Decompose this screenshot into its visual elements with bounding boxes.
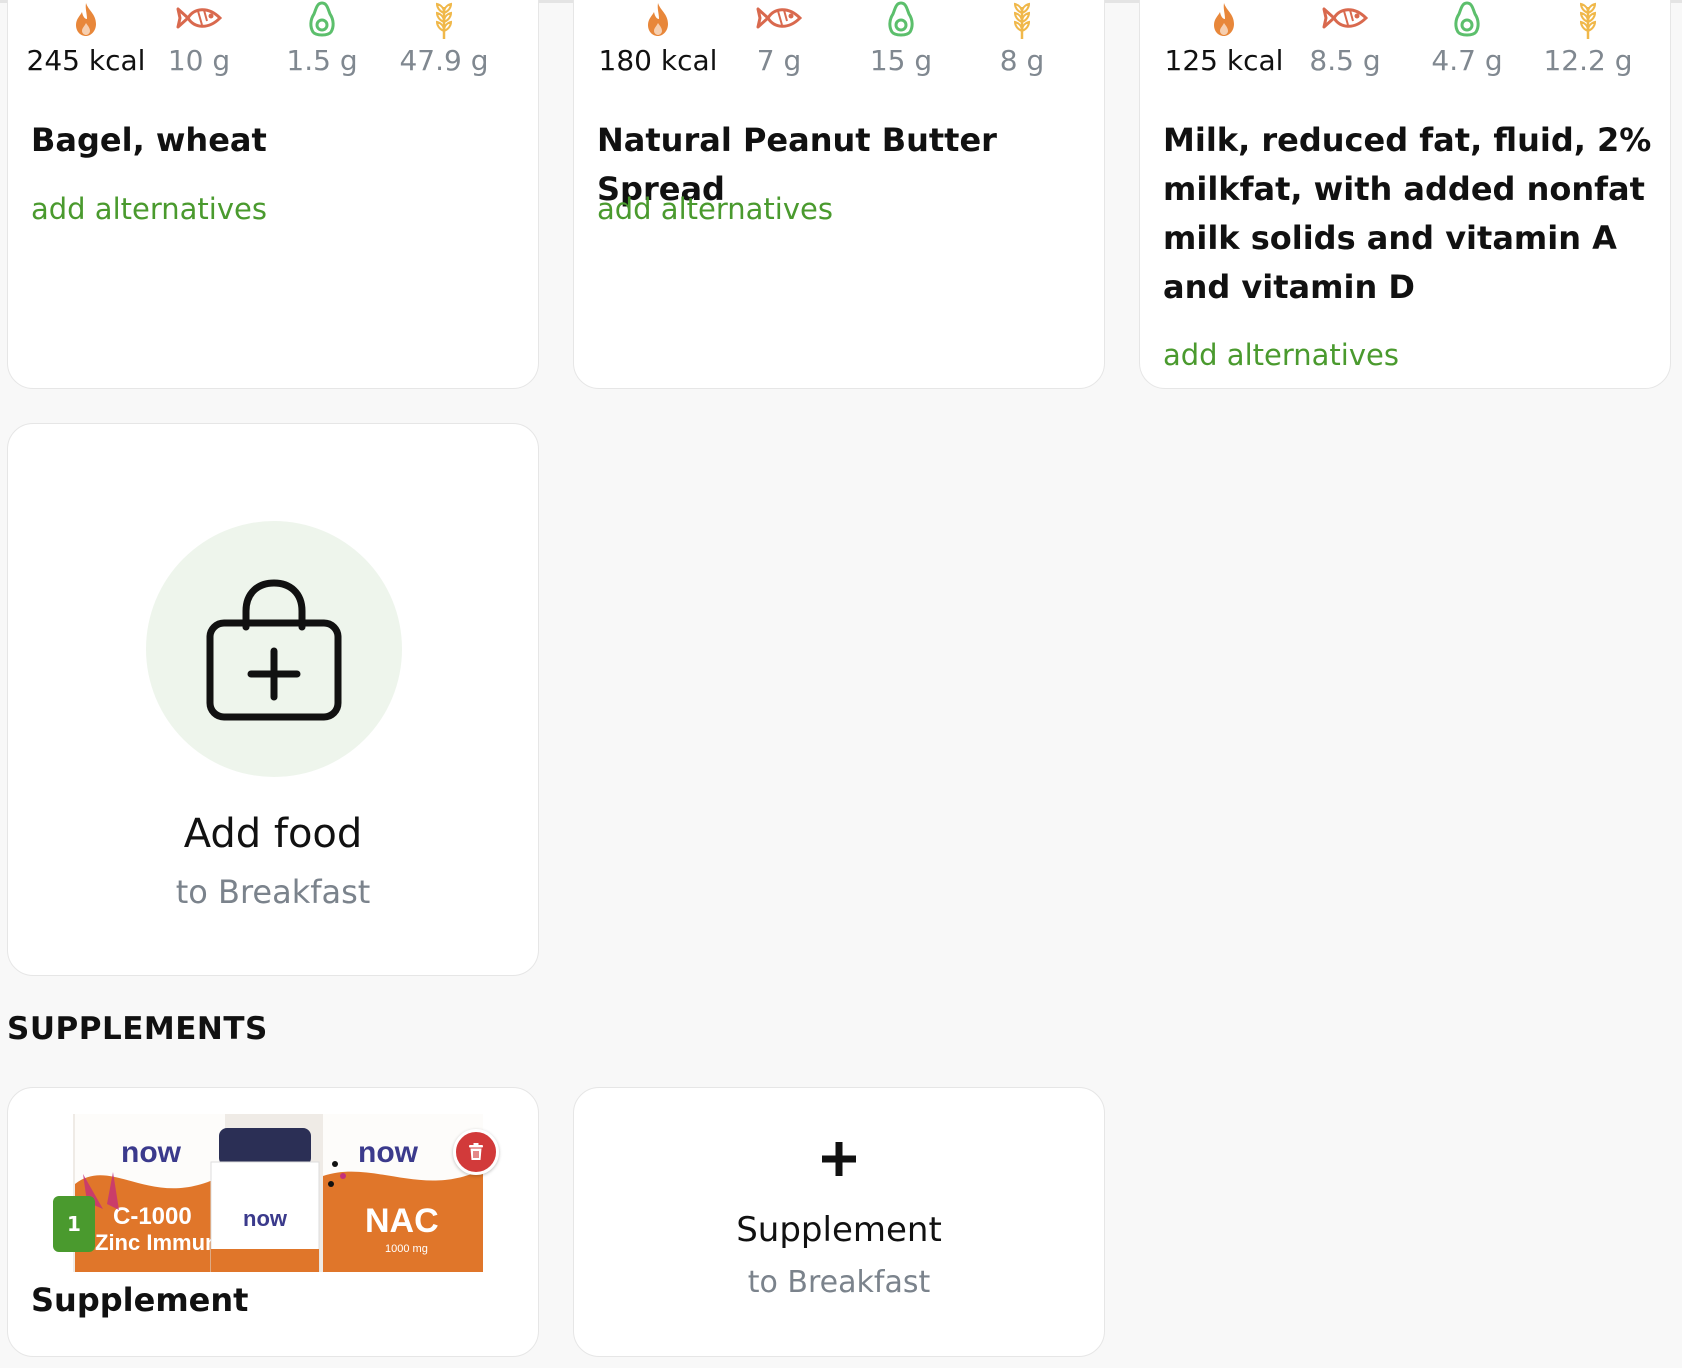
flame-icon bbox=[1164, 1, 1284, 43]
add-supplement-card[interactable]: Supplement to Breakfast bbox=[573, 1087, 1105, 1357]
avocado-icon bbox=[1407, 1, 1527, 43]
avocado-icon bbox=[262, 1, 382, 43]
plus-icon bbox=[822, 1142, 856, 1176]
add-food-card[interactable]: Add food to Breakfast bbox=[7, 423, 539, 976]
avocado-icon bbox=[841, 1, 961, 43]
wheat-icon bbox=[384, 1, 504, 43]
fish-icon bbox=[139, 1, 259, 43]
add-food-title: Add food bbox=[183, 811, 363, 857]
svg-text:now: now bbox=[121, 1136, 182, 1169]
wheat-icon bbox=[1528, 1, 1648, 43]
delete-supplement-button[interactable] bbox=[453, 1129, 499, 1175]
quantity-badge: 1 bbox=[53, 1196, 95, 1252]
svg-text:now: now bbox=[243, 1206, 288, 1231]
svg-text:Zinc Immune: Zinc Immune bbox=[95, 1230, 231, 1255]
supplement-name: Supplement bbox=[31, 1281, 249, 1319]
protein-stat: 7 g bbox=[719, 1, 839, 79]
protein-stat: 10 g bbox=[139, 1, 259, 79]
energy-stat: 180 kcal bbox=[598, 1, 718, 79]
add-food-subtitle: to Breakfast bbox=[175, 873, 371, 911]
nutrient-row: 245 kcal 10 g 1.5 g 47.9 g bbox=[8, 1, 538, 81]
fat-value: 1.5 g bbox=[286, 44, 358, 77]
svg-text:NAC: NAC bbox=[365, 1202, 439, 1240]
fat-value: 15 g bbox=[869, 44, 933, 77]
wheat-icon bbox=[962, 1, 1082, 43]
add-supplement-title: Supplement bbox=[736, 1210, 942, 1250]
nutrient-row: 180 kcal 7 g 15 g 8 g bbox=[574, 1, 1104, 81]
food-card[interactable]: 125 kcal 8.5 g 4.7 g 12.2 g Milk, reduce… bbox=[1139, 0, 1671, 389]
food-name: Milk, reduced fat, fluid, 2% milkfat, wi… bbox=[1163, 121, 1652, 306]
svg-text:C-1000: C-1000 bbox=[113, 1203, 192, 1230]
supplement-bottles-illustration: now C-1000 Zinc Immune now now NAC 1000 … bbox=[73, 1114, 483, 1272]
food-card[interactable]: 245 kcal 10 g 1.5 g 47.9 g Bagel, wheat … bbox=[7, 0, 539, 389]
add-food-icon-circle bbox=[146, 521, 402, 777]
nutrient-row: 125 kcal 8.5 g 4.7 g 12.2 g bbox=[1140, 1, 1670, 81]
fat-stat: 15 g bbox=[841, 1, 961, 79]
svg-text:now: now bbox=[358, 1136, 419, 1169]
fat-value: 4.7 g bbox=[1431, 44, 1503, 77]
fat-stat: 4.7 g bbox=[1407, 1, 1527, 79]
food-name: Bagel, wheat bbox=[31, 121, 267, 159]
protein-value: 7 g bbox=[756, 44, 802, 77]
svg-text:1000 mg: 1000 mg bbox=[385, 1243, 428, 1255]
add-alternatives-link[interactable]: add alternatives bbox=[597, 191, 833, 227]
fat-stat: 1.5 g bbox=[262, 1, 382, 79]
energy-value: 125 kcal bbox=[1164, 44, 1284, 77]
carbs-stat: 47.9 g bbox=[384, 1, 504, 79]
carbs-value: 47.9 g bbox=[399, 44, 489, 77]
fish-icon bbox=[1285, 1, 1405, 43]
fish-icon bbox=[719, 1, 839, 43]
trash-icon bbox=[469, 1143, 483, 1160]
carbs-stat: 12.2 g bbox=[1528, 1, 1648, 79]
supplement-card[interactable]: now C-1000 Zinc Immune now now NAC 1000 … bbox=[7, 1087, 539, 1357]
carbs-value: 8 g bbox=[999, 44, 1045, 77]
energy-stat: 245 kcal bbox=[26, 1, 146, 79]
add-alternatives-link[interactable]: add alternatives bbox=[31, 191, 267, 227]
protein-value: 10 g bbox=[167, 44, 231, 77]
add-alternatives-link[interactable]: add alternatives bbox=[1163, 337, 1399, 373]
protein-stat: 8.5 g bbox=[1285, 1, 1405, 79]
carbs-stat: 8 g bbox=[962, 1, 1082, 79]
energy-stat: 125 kcal bbox=[1164, 1, 1284, 79]
flame-icon bbox=[598, 1, 718, 43]
energy-value: 245 kcal bbox=[26, 44, 146, 77]
food-card[interactable]: 180 kcal 7 g 15 g 8 g Natural Peanut But… bbox=[573, 0, 1105, 389]
supplements-heading: SUPPLEMENTS bbox=[7, 1011, 268, 1047]
protein-value: 8.5 g bbox=[1309, 44, 1381, 77]
carbs-value: 12.2 g bbox=[1543, 44, 1633, 77]
flame-icon bbox=[26, 1, 146, 43]
energy-value: 180 kcal bbox=[598, 44, 718, 77]
add-supplement-subtitle: to Breakfast bbox=[747, 1265, 931, 1300]
shopping-bag-plus-icon bbox=[206, 579, 342, 721]
supplement-image: now C-1000 Zinc Immune now now NAC 1000 … bbox=[73, 1114, 483, 1272]
